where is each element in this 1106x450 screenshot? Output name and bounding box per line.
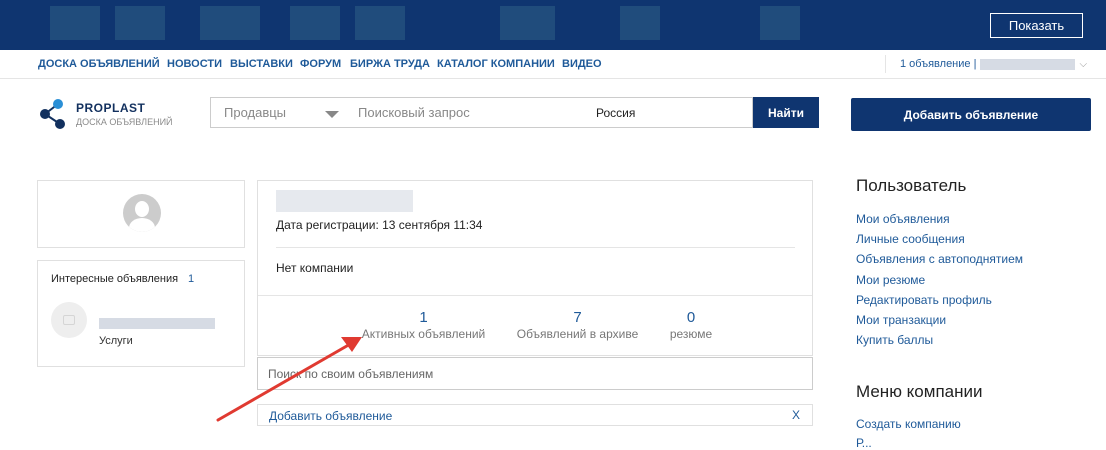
favorite-item-thumbnail[interactable]: [51, 302, 87, 338]
avatar-panel: [37, 180, 245, 248]
favorite-item-category: Услуги: [99, 335, 133, 347]
nav-jobs[interactable]: БИРЖА ТРУДА: [350, 58, 430, 70]
link-edit-profile[interactable]: Редактировать профиль: [856, 293, 992, 307]
region-input[interactable]: Россия: [589, 97, 753, 128]
link-auto-bump-ads[interactable]: Объявления с автоподнятием: [856, 252, 1023, 266]
stat-value: 0: [686, 309, 696, 326]
profile-name-redacted: [276, 190, 413, 212]
blurred-content: [500, 6, 555, 40]
link-create-company[interactable]: Создать компанию: [856, 417, 961, 431]
seller-type-select[interactable]: Продавцы: [210, 97, 345, 128]
molecule-logo-icon: [40, 99, 65, 129]
blurred-content: [290, 6, 340, 40]
link-transactions[interactable]: Мои транзакции: [856, 313, 946, 327]
favorite-item-name-redacted[interactable]: [99, 318, 215, 329]
stat-label: резюме: [669, 327, 713, 341]
nav-ads-board[interactable]: ДОСКА ОБЪЯВЛЕНИЙ: [38, 58, 160, 70]
stat-archived-ads[interactable]: 7 Объявлений в архиве: [510, 309, 645, 341]
search-input[interactable]: Поисковый запрос: [344, 97, 590, 128]
nav-news[interactable]: НОВОСТИ: [167, 58, 222, 70]
nav-forum[interactable]: ФОРУМ: [300, 58, 341, 70]
registration-date: Дата регистрации: 13 сентября 11:34: [276, 218, 483, 232]
dropdown-arrow-icon: [325, 111, 339, 118]
top-banner: Показать: [0, 0, 1106, 50]
user-menu[interactable]: 1 объявление | ⌵: [885, 55, 1095, 73]
logo-title: PROPLAST: [76, 101, 146, 115]
nav-exhibitions[interactable]: ВЫСТАВКИ: [230, 58, 293, 70]
nav-company-catalog[interactable]: КАТАЛОГ КОМПАНИИ: [437, 58, 555, 70]
add-ad-link[interactable]: Добавить объявление X: [257, 404, 813, 426]
show-button[interactable]: Показать: [990, 13, 1083, 38]
blurred-content: [50, 6, 100, 40]
link-company-more[interactable]: Р...: [856, 436, 872, 450]
seller-type-value: Продавцы: [224, 105, 287, 120]
link-messages[interactable]: Личные сообщения: [856, 232, 965, 246]
camera-icon: [63, 315, 75, 325]
link-my-resumes[interactable]: Мои резюме: [856, 273, 925, 287]
favorites-title[interactable]: Интересные объявления: [51, 273, 178, 285]
user-ads-count: 1 объявление |: [900, 58, 977, 70]
own-ads-search-input[interactable]: Поиск по своим объявлениям: [257, 357, 813, 390]
stat-resumes[interactable]: 0 резюме: [658, 309, 724, 341]
chevron-down-icon[interactable]: ⌵: [1079, 59, 1087, 70]
blurred-content: [620, 6, 660, 40]
avatar[interactable]: [123, 194, 161, 232]
blurred-content: [760, 6, 800, 40]
blurred-content: [355, 6, 405, 40]
favorites-panel: Интересные объявления 1 Услуги: [37, 260, 245, 367]
site-logo[interactable]: PROPLAST ДОСКА ОБЪЯВЛЕНИЙ: [38, 97, 198, 131]
add-ad-label: Добавить объявление: [269, 409, 393, 423]
avatar-body: [129, 218, 155, 232]
profile-panel: Дата регистрации: 13 сентября 11:34 Нет …: [257, 180, 813, 356]
stat-value: 1: [419, 309, 428, 326]
company-menu-heading: Меню компании: [856, 382, 983, 401]
avatar-head: [135, 201, 149, 217]
link-buy-points[interactable]: Купить баллы: [856, 333, 933, 347]
user-menu-heading: Пользователь: [856, 176, 967, 195]
stat-active-ads[interactable]: 1 Активных объявлений: [356, 309, 491, 341]
stat-label: Объявлений в архиве: [516, 327, 639, 341]
nav-video[interactable]: ВИДЕО: [562, 58, 602, 70]
add-ad-button[interactable]: Добавить объявление: [851, 98, 1091, 131]
blurred-content: [200, 6, 260, 40]
username-redacted: [980, 58, 1076, 70]
divider: [276, 247, 795, 248]
company-status: Нет компании: [276, 261, 354, 275]
link-my-ads[interactable]: Мои объявления: [856, 212, 950, 226]
close-icon[interactable]: X: [792, 408, 800, 422]
divider: [258, 295, 812, 296]
stat-value: 7: [573, 309, 582, 326]
stat-label: Активных объявлений: [361, 327, 486, 341]
blurred-content: [115, 6, 165, 40]
find-button[interactable]: Найти: [753, 97, 819, 128]
favorites-count: 1: [188, 273, 195, 285]
logo-subtitle: ДОСКА ОБЪЯВЛЕНИЙ: [76, 117, 173, 127]
